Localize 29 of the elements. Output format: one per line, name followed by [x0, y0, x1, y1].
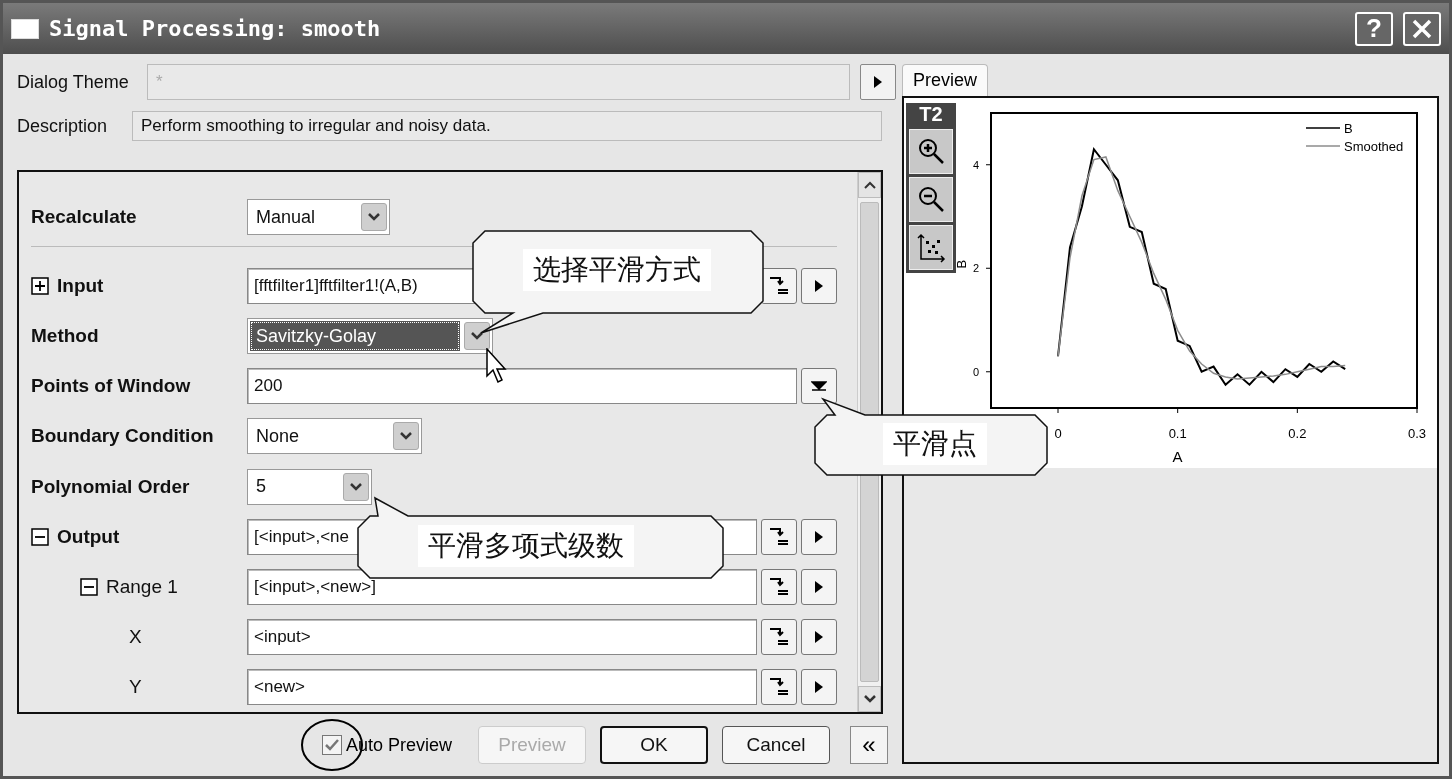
tick-label: 4 [972, 158, 979, 171]
field-label: Boundary Condition [31, 425, 214, 448]
field-label: Y [129, 676, 142, 698]
tick-label: 0 [1054, 426, 1062, 441]
callout-text: 平滑点 [883, 423, 987, 465]
field-label: Range 1 [106, 575, 178, 598]
tick-label: 0 [972, 365, 979, 378]
field-label: Output [57, 525, 120, 548]
field-label: Points of Window [31, 375, 191, 398]
tick-label: 0.1 [1168, 426, 1187, 441]
field-label: Recalculate [31, 206, 137, 229]
axis-title: A [1172, 448, 1183, 465]
legend-label: B [1344, 121, 1353, 136]
callout-text: 平滑多项式级数 [418, 525, 634, 567]
field-label: Method [31, 325, 99, 348]
description-field: Perform smoothing to irregular and noisy data. [132, 111, 882, 141]
field-label: Dialog Theme [17, 71, 130, 93]
field-label: Description [17, 115, 109, 137]
tick-label: 0.3 [1407, 426, 1427, 441]
window-title: Signal Processing: smooth [49, 16, 382, 41]
tick-label: 2 [972, 262, 979, 275]
field-label: X [129, 625, 142, 648]
field-label: Polynomial Order [31, 475, 190, 498]
axis-title: B [954, 259, 969, 269]
tick-label: 0.2 [1288, 426, 1307, 441]
legend-label: Smoothed [1344, 139, 1404, 154]
field-label: Input [57, 275, 104, 298]
callout-text: 选择平滑方式 [523, 249, 711, 291]
toolbar-label: T2 [918, 103, 944, 126]
